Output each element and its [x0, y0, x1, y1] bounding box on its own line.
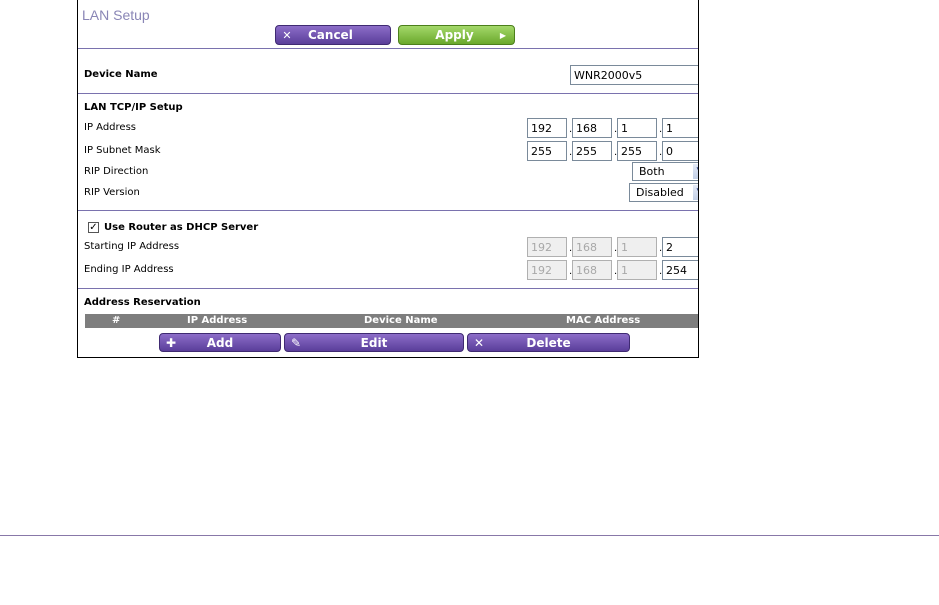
ip-address-octet-1[interactable]: 192 [527, 118, 567, 138]
subnet-mask-label: IP Subnet Mask [84, 145, 161, 156]
subnet-octet-4[interactable]: 0 [662, 141, 698, 161]
rip-direction-label: RIP Direction [84, 166, 149, 177]
divider [78, 48, 698, 49]
ending-ip-octet-2: 168 [572, 260, 612, 280]
ending-ip-octet-3: 1 [617, 260, 657, 280]
subnet-octet-3[interactable]: 255 [617, 141, 657, 161]
rip-version-label: RIP Version [84, 187, 140, 198]
rip-direction-select[interactable]: Both ▼ [632, 162, 698, 181]
delete-button[interactable]: ✕ Delete [467, 333, 630, 352]
rip-version-value: Disabled [636, 186, 684, 199]
starting-ip-octet-3: 1 [617, 237, 657, 257]
apply-button-label: Apply [435, 28, 474, 42]
delete-button-label: Delete [526, 335, 571, 350]
lan-setup-panel: LAN Setup ✕ Cancel Apply ▶ Device Name W… [77, 0, 699, 358]
lan-tcpip-heading: LAN TCP/IP Setup [84, 102, 183, 113]
device-name-label: Device Name [84, 69, 158, 80]
device-name-input[interactable]: WNR2000v5 [570, 65, 698, 85]
subnet-octet-1[interactable]: 255 [527, 141, 567, 161]
close-icon: ✕ [282, 28, 292, 42]
cancel-button[interactable]: ✕ Cancel [275, 25, 391, 45]
pencil-icon: ✎ [290, 335, 302, 350]
ip-address-label: IP Address [84, 122, 136, 133]
column-header-ip-address: IP Address [187, 315, 248, 326]
divider [78, 93, 698, 94]
column-header-index: # [112, 315, 121, 326]
ending-ip-octet-4[interactable]: 254 [662, 260, 698, 280]
ip-address-octet-2[interactable]: 168 [572, 118, 612, 138]
starting-ip-octet-4[interactable]: 2 [662, 237, 698, 257]
divider [78, 288, 698, 289]
reservation-table-header: # IP Address Device Name MAC Address [85, 314, 698, 328]
ip-address-octet-4[interactable]: 1 [662, 118, 698, 138]
rip-version-select[interactable]: Disabled ▼ [629, 183, 698, 202]
dhcp-server-checkbox[interactable]: ✓ [88, 222, 99, 233]
column-header-device-name: Device Name [364, 315, 438, 326]
ip-address-octet-3[interactable]: 1 [617, 118, 657, 138]
column-header-mac-address: MAC Address [566, 315, 641, 326]
page-title: LAN Setup [82, 7, 150, 23]
cancel-button-label: Cancel [308, 28, 353, 42]
starting-ip-octet-1: 192 [527, 237, 567, 257]
ending-ip-label: Ending IP Address [84, 264, 174, 275]
edit-button-label: Edit [360, 335, 388, 350]
starting-ip-octet-2: 168 [572, 237, 612, 257]
ending-ip-octet-1: 192 [527, 260, 567, 280]
address-reservation-heading: Address Reservation [84, 297, 201, 308]
dhcp-server-label: Use Router as DHCP Server [104, 222, 259, 233]
starting-ip-label: Starting IP Address [84, 241, 180, 252]
apply-button[interactable]: Apply ▶ [398, 25, 515, 45]
arrow-right-icon: ▶ [499, 30, 507, 40]
page-divider [0, 535, 939, 536]
add-button-label: Add [206, 335, 234, 350]
rip-direction-value: Both [639, 165, 665, 178]
edit-button[interactable]: ✎ Edit [284, 333, 464, 352]
chevron-down-icon: ▼ [693, 164, 698, 179]
close-icon: ✕ [473, 335, 485, 350]
divider [78, 210, 698, 211]
chevron-down-icon: ▼ [693, 185, 698, 200]
subnet-octet-2[interactable]: 255 [572, 141, 612, 161]
add-button[interactable]: ✚ Add [159, 333, 281, 352]
plus-icon: ✚ [165, 335, 177, 350]
